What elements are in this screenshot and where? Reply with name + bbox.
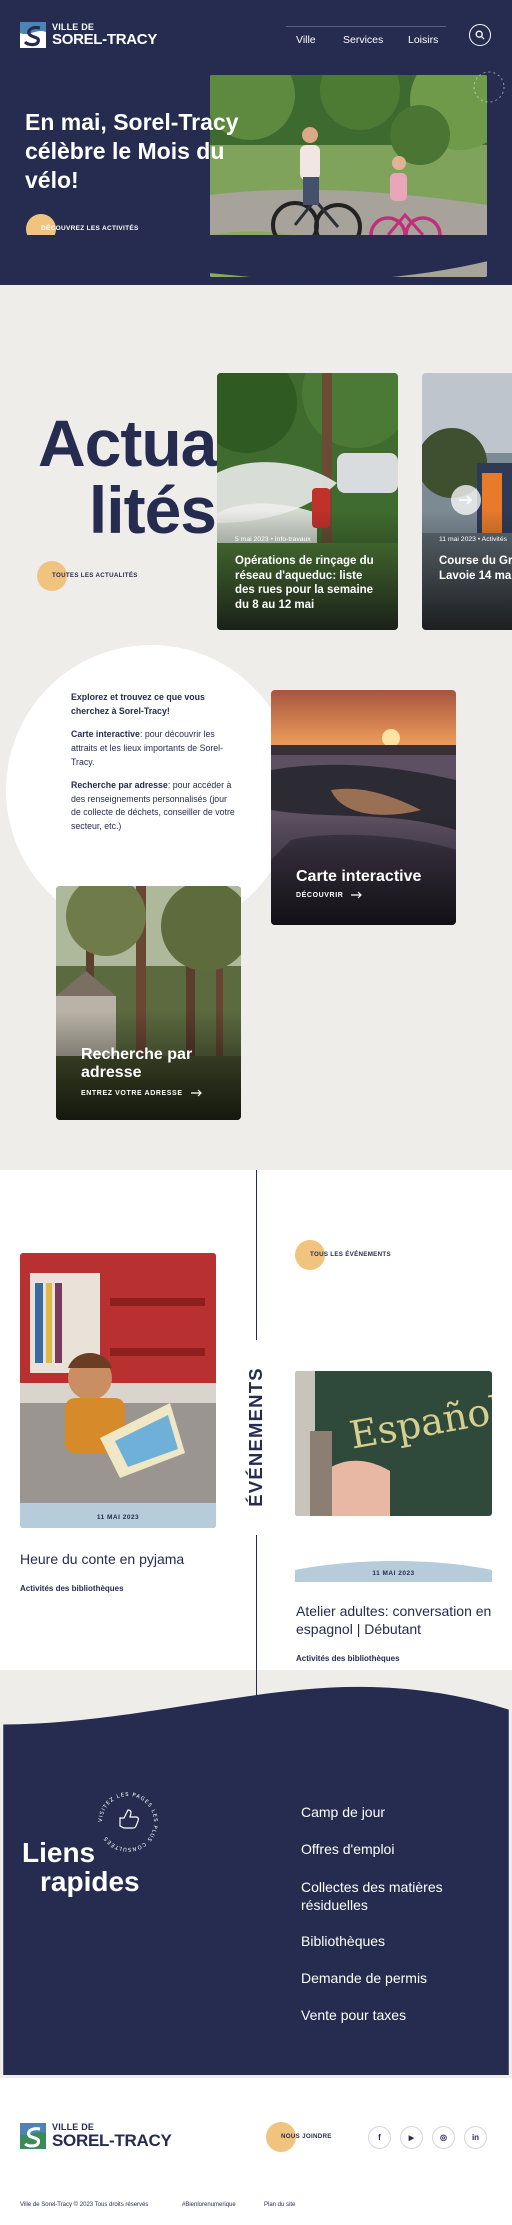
facebook-icon[interactable]: f <box>368 2126 391 2149</box>
contact-us-button[interactable]: NOUS JOINDRE <box>266 2122 332 2152</box>
quick-link-item[interactable]: Offres d'emploi <box>301 1841 491 1859</box>
events-divider <box>256 1170 257 1340</box>
news-title-line1: Actua <box>38 406 217 480</box>
news-card-meta: 5 mai 2023 • Info-travaux <box>235 536 311 543</box>
quick-links-title-line2: rapides <box>40 1866 140 1898</box>
all-events-button[interactable]: TOUS LES ÉVÉNEMENTS <box>295 1240 391 1270</box>
quick-link-item[interactable]: Camp de jour <box>301 1804 491 1822</box>
events-section-title: ÉVÉNEMENTS <box>245 1367 266 1507</box>
linkedin-icon[interactable]: in <box>464 2126 487 2149</box>
address-tile-title: Recherche par adresse <box>81 1046 193 1082</box>
event-image-espanol[interactable]: Español <box>295 1371 492 1516</box>
news-section-title: Actua lités <box>38 406 217 548</box>
arrow-right-icon <box>459 495 473 505</box>
search-icon <box>475 30 485 40</box>
logo-mark-icon <box>20 22 46 48</box>
quick-links-title-line1: Liens <box>22 1837 96 1868</box>
contact-us-label: NOUS JOINDRE <box>281 2133 332 2140</box>
address-search-tile[interactable]: Recherche par adresse ENTREZ VOTRE ADRES… <box>56 886 241 1120</box>
map-tile-title: Carte interactive <box>296 868 422 885</box>
map-tile-link[interactable]: DÉCOUVRIR <box>296 891 363 899</box>
quick-link-item[interactable]: Vente pour taxes <box>301 2007 491 2025</box>
nav-services[interactable]: Services <box>343 34 383 46</box>
explore-text: Explorez et trouvez ce que vous cherchez… <box>71 691 236 844</box>
interactive-map-tile[interactable]: Carte interactive DÉCOUVRIR <box>271 690 456 925</box>
news-next-button[interactable] <box>451 485 481 515</box>
logo-big-text: SOREL-TRACY <box>52 2131 172 2150</box>
arrow-right-icon <box>351 891 363 899</box>
event-category: Activités des bibliothèques <box>296 1654 400 1663</box>
hero-wave-divider <box>0 235 512 281</box>
event-date: 11 MAI 2023 <box>20 1508 216 1528</box>
news-card-headline: Opérations de rinçage du réseau d'aquedu… <box>235 555 374 611</box>
news-card-headline: Course du Grand Pierre Lavoie 14 mai en … <box>439 555 512 582</box>
nav-loisirs[interactable]: Loisirs <box>408 34 438 46</box>
city-logo[interactable]: VILLE DE SOREL-TRACY <box>20 22 157 48</box>
logo-mark-icon <box>20 2123 46 2149</box>
event-image-story[interactable] <box>20 1253 216 1528</box>
quick-link-item[interactable]: Demande de permis <box>301 1970 491 1988</box>
copyright: Ville de Sorel-Tracy © 2023 Tous droits … <box>20 2202 149 2208</box>
address-tile-link-label: ENTREZ VOTRE ADRESSE <box>81 1089 183 1097</box>
explore-map-label: Carte interactive <box>71 729 140 740</box>
event-title[interactable]: Heure du conte en pyjama <box>20 1551 220 1569</box>
address-tile-link[interactable]: ENTREZ VOTRE ADRESSE <box>81 1089 202 1097</box>
hero-badge-ring-icon <box>473 71 505 103</box>
youtube-icon[interactable]: ▶ <box>400 2126 423 2149</box>
arrow-right-icon <box>190 1089 202 1097</box>
all-news-label: TOUTES LES ACTUALITÉS <box>52 572 138 579</box>
news-title-line2: lités <box>88 473 217 548</box>
map-tile-link-label: DÉCOUVRIR <box>296 891 344 899</box>
footer: VILLE DE SOREL-TRACY NOUS JOINDRE f ▶ ◎ … <box>0 2078 512 2225</box>
sitemap-link[interactable]: Plan du site <box>264 2202 295 2208</box>
nav-ville[interactable]: Ville <box>296 34 316 46</box>
hero-title: En mai, Sorel-Tracy célèbre le Mois du v… <box>25 109 239 194</box>
nav-divider <box>286 26 446 27</box>
quick-link-item[interactable]: Bibliothèques <box>301 1933 491 1951</box>
footer-logo[interactable]: VILLE DE SOREL-TRACY <box>20 2123 172 2150</box>
search-button[interactable] <box>469 24 491 46</box>
event-category: Activités des bibliothèques <box>20 1584 124 1593</box>
quick-links-title: Liens rapides <box>22 1838 140 1897</box>
instagram-icon[interactable]: ◎ <box>432 2126 455 2149</box>
explore-intro: Explorez et trouvez ce que vous cherchez… <box>71 692 205 716</box>
events-divider <box>256 1535 257 1700</box>
all-news-button[interactable]: TOUTES LES ACTUALITÉS <box>37 561 138 591</box>
event-date: 11 MAI 2023 <box>372 1570 415 1577</box>
quick-link-item[interactable]: Collectes des matières résiduelles <box>301 1879 491 1915</box>
event-title[interactable]: Atelier adultes: conversation en espagno… <box>296 1603 496 1639</box>
hashtag-link[interactable]: #Bienlorenumerique <box>182 2202 236 2208</box>
all-events-label: TOUS LES ÉVÉNEMENTS <box>310 1251 391 1258</box>
explore-address-label: Recherche par adresse <box>71 780 168 791</box>
news-card-meta: 11 mai 2023 • Activités <box>439 536 507 543</box>
news-card[interactable]: 5 mai 2023 • Info-travaux Opérations de … <box>217 373 398 630</box>
logo-big-text: SOREL-TRACY <box>52 31 158 48</box>
